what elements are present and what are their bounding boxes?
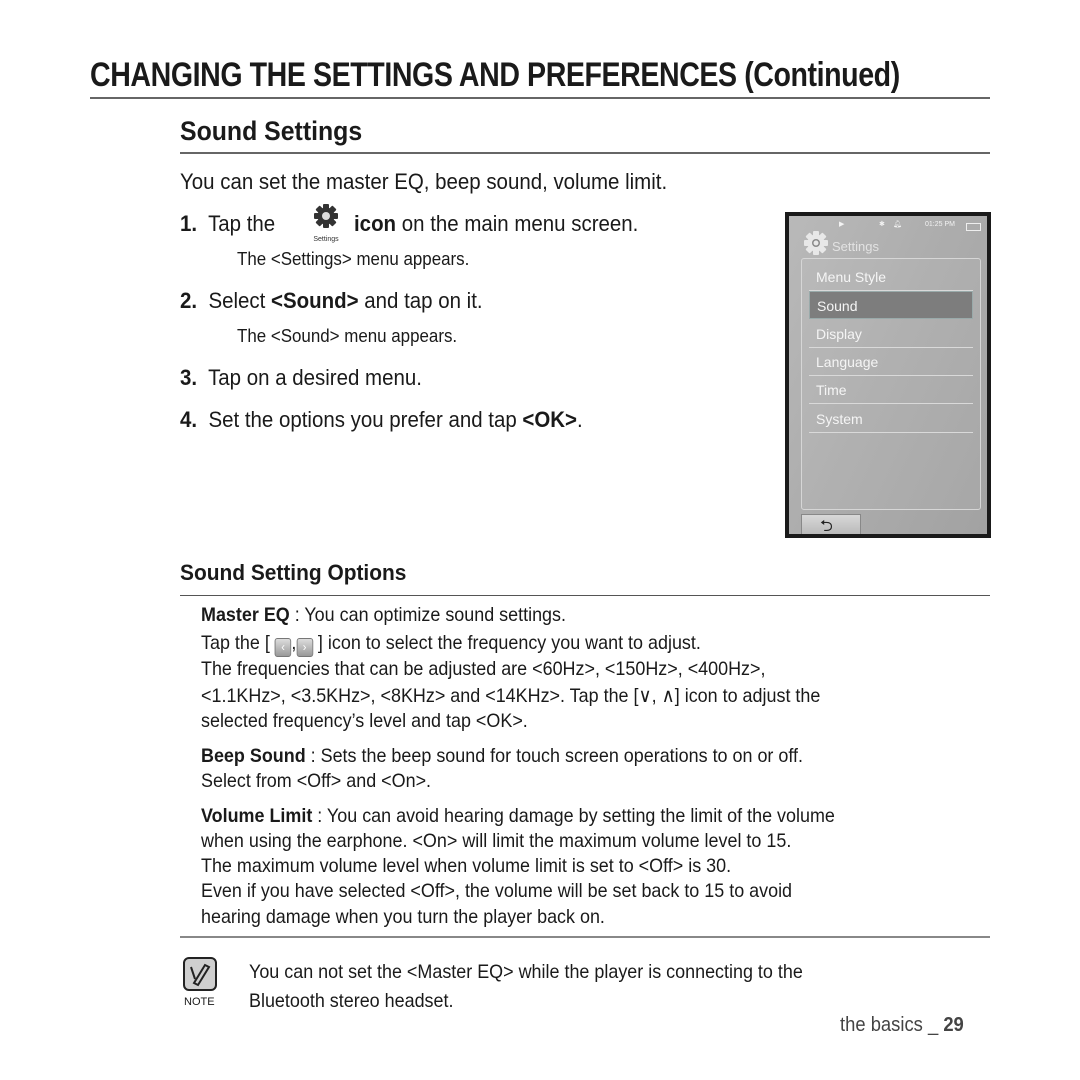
step-number: 3. xyxy=(180,365,198,390)
option-text: selected frequency’s level and tap <OK>. xyxy=(201,710,528,732)
note-line-1: You can not set the <Master EQ> while th… xyxy=(249,961,851,984)
step-1-result: The <Settings> menu appears. xyxy=(237,249,484,270)
options-divider xyxy=(180,595,990,596)
status-time: 01:25 PM xyxy=(925,221,955,228)
option-label: Beep Sound xyxy=(201,745,306,767)
beep-sound-line-1: Beep Sound : Sets the beep sound for tou… xyxy=(201,745,855,768)
note-line-2: Bluetooth stereo headset. xyxy=(249,990,471,1013)
section-divider xyxy=(180,152,990,154)
step-1: 1. Tap the xyxy=(180,211,282,237)
volume-limit-line-2: when using the earphone. <On> will limit… xyxy=(201,830,843,853)
section-title-text: Sound Settings xyxy=(180,116,363,146)
option-text: hearing damage when you turn the player … xyxy=(201,906,605,928)
step-4: 4. Set the options you prefer and tap <O… xyxy=(180,407,613,433)
step-text: Tap the xyxy=(208,211,276,236)
page-title: CHANGING THE SETTINGS AND PREFERENCES (C… xyxy=(90,56,1054,95)
master-eq-line-5: selected frequency’s level and tap <OK>. xyxy=(201,710,556,733)
note-text: Bluetooth stereo headset. xyxy=(249,990,454,1012)
volume-limit-line-5: hearing damage when you turn the player … xyxy=(201,906,640,929)
volume-limit-line-1: Volume Limit : You can avoid hearing dam… xyxy=(201,805,890,828)
back-arrow-icon: ⮌ xyxy=(820,518,833,534)
options-title: Sound Setting Options xyxy=(180,560,418,586)
option-text: Select from <Off> and <On>. xyxy=(201,770,432,792)
option-label: Master EQ xyxy=(201,604,290,626)
step-number: 1. xyxy=(180,211,198,236)
note-label: NOTE xyxy=(184,996,215,1008)
note-divider xyxy=(180,936,990,938)
step-number: 2. xyxy=(180,288,198,313)
menu-item-language[interactable]: Language xyxy=(809,348,973,376)
menu-item-display[interactable]: Display xyxy=(809,320,973,348)
title-divider xyxy=(90,97,990,99)
device-screen: ▶ ✱ 🔔︎ 01:25 PM Settings Menu Style Soun… xyxy=(789,216,987,534)
menu-item-time[interactable]: Time xyxy=(809,376,973,404)
screen-title: Settings xyxy=(832,239,879,254)
option-text: : Sets the beep sound for touch screen o… xyxy=(305,745,803,767)
master-eq-line-2: Tap the [ ‹, › ] icon to select the frequ… xyxy=(201,632,744,657)
option-label: Volume Limit xyxy=(201,805,313,827)
chevron-right-icon: › xyxy=(296,638,313,657)
settings-icon-label: Settings xyxy=(313,236,339,243)
step-result-text: The <Sound> menu appears. xyxy=(237,326,458,346)
step-text: Tap on a desired menu. xyxy=(208,365,422,390)
intro-text-content: You can set the master EQ, beep sound, v… xyxy=(180,169,668,194)
menu-item-menu-style[interactable]: Menu Style xyxy=(809,263,973,291)
option-text: Even if you have selected <Off>, the vol… xyxy=(201,880,793,902)
volume-limit-line-3: The maximum volume level when volume lim… xyxy=(201,855,777,878)
option-text: : You can optimize sound settings. xyxy=(289,604,566,626)
option-text: <1.1KHz>, <3.5KHz>, <8KHz> and <14KHz>. … xyxy=(201,685,639,707)
option-text: : You can avoid hearing damage by settin… xyxy=(312,805,835,827)
up-down-chevron-icons: ∨, ∧ xyxy=(638,685,675,707)
step-text: and tap on it. xyxy=(364,288,483,313)
step-2: 2. Select <Sound> and tap on it. xyxy=(180,288,505,314)
device-screenshot: ▶ ✱ 🔔︎ 01:25 PM Settings Menu Style Soun… xyxy=(785,212,991,538)
step-text: . xyxy=(576,407,583,432)
note-pencil-icon xyxy=(183,957,217,991)
page-number: 29 xyxy=(943,1014,964,1036)
footer-section: the basics _ xyxy=(840,1014,944,1036)
step-3: 3. Tap on a desired menu. xyxy=(180,365,440,391)
page-title-text: CHANGING THE SETTINGS AND PREFERENCES (C… xyxy=(90,56,900,94)
option-text: ] icon to adjust the xyxy=(674,685,821,707)
step-2-result: The <Sound> menu appears. xyxy=(237,326,471,347)
section-title: Sound Settings xyxy=(180,116,378,147)
menu-item-sound[interactable]: Sound xyxy=(809,291,973,319)
options-title-text: Sound Setting Options xyxy=(180,560,407,585)
step-text: on the main menu screen. xyxy=(401,211,639,236)
step-number: 4. xyxy=(180,407,198,432)
master-eq-line-1: Master EQ : You can optimize sound setti… xyxy=(201,604,598,627)
chevron-left-icon: ‹ xyxy=(274,638,292,657)
step-bold: <Sound> xyxy=(271,288,359,313)
play-icon: ▶ xyxy=(839,221,845,228)
option-text: Tap the [ xyxy=(201,632,270,654)
beep-sound-line-2: Select from <Off> and <On>. xyxy=(201,770,451,793)
step-1-cont: icon on the main menu screen. xyxy=(354,211,660,237)
bell-icon: 🔔︎ xyxy=(893,221,902,228)
back-button[interactable]: ⮌ xyxy=(801,514,861,534)
master-eq-line-3: The frequencies that can be adjusted are… xyxy=(201,658,815,681)
intro-text: You can set the master EQ, beep sound, v… xyxy=(180,169,704,195)
option-text: when using the earphone. <On> will limit… xyxy=(201,830,792,852)
step-text: Set the options you prefer and tap xyxy=(208,407,517,432)
settings-gear-icon: Settings xyxy=(308,201,344,247)
option-text: The maximum volume level when volume lim… xyxy=(201,855,732,877)
option-text: ] icon to select the frequency you want … xyxy=(317,632,701,654)
step-text: Select xyxy=(208,288,266,313)
menu-item-system[interactable]: System xyxy=(809,405,973,433)
note-text: You can not set the <Master EQ> while th… xyxy=(249,961,803,983)
master-eq-line-4: <1.1KHz>, <3.5KHz>, <8KHz> and <14KHz>. … xyxy=(201,684,874,708)
bluetooth-icon: ✱ xyxy=(879,221,885,228)
option-text: The frequencies that can be adjusted are… xyxy=(201,658,766,680)
settings-menu: Menu Style Sound Display Language Time S… xyxy=(801,258,981,510)
page-footer: the basics _ 29 xyxy=(840,1014,975,1037)
step-result-text: The <Settings> menu appears. xyxy=(237,249,470,269)
battery-icon xyxy=(966,223,981,231)
step-bold: <OK> xyxy=(522,407,577,432)
step-bold: icon xyxy=(354,211,397,236)
volume-limit-line-4: Even if you have selected <Off>, the vol… xyxy=(201,880,843,903)
